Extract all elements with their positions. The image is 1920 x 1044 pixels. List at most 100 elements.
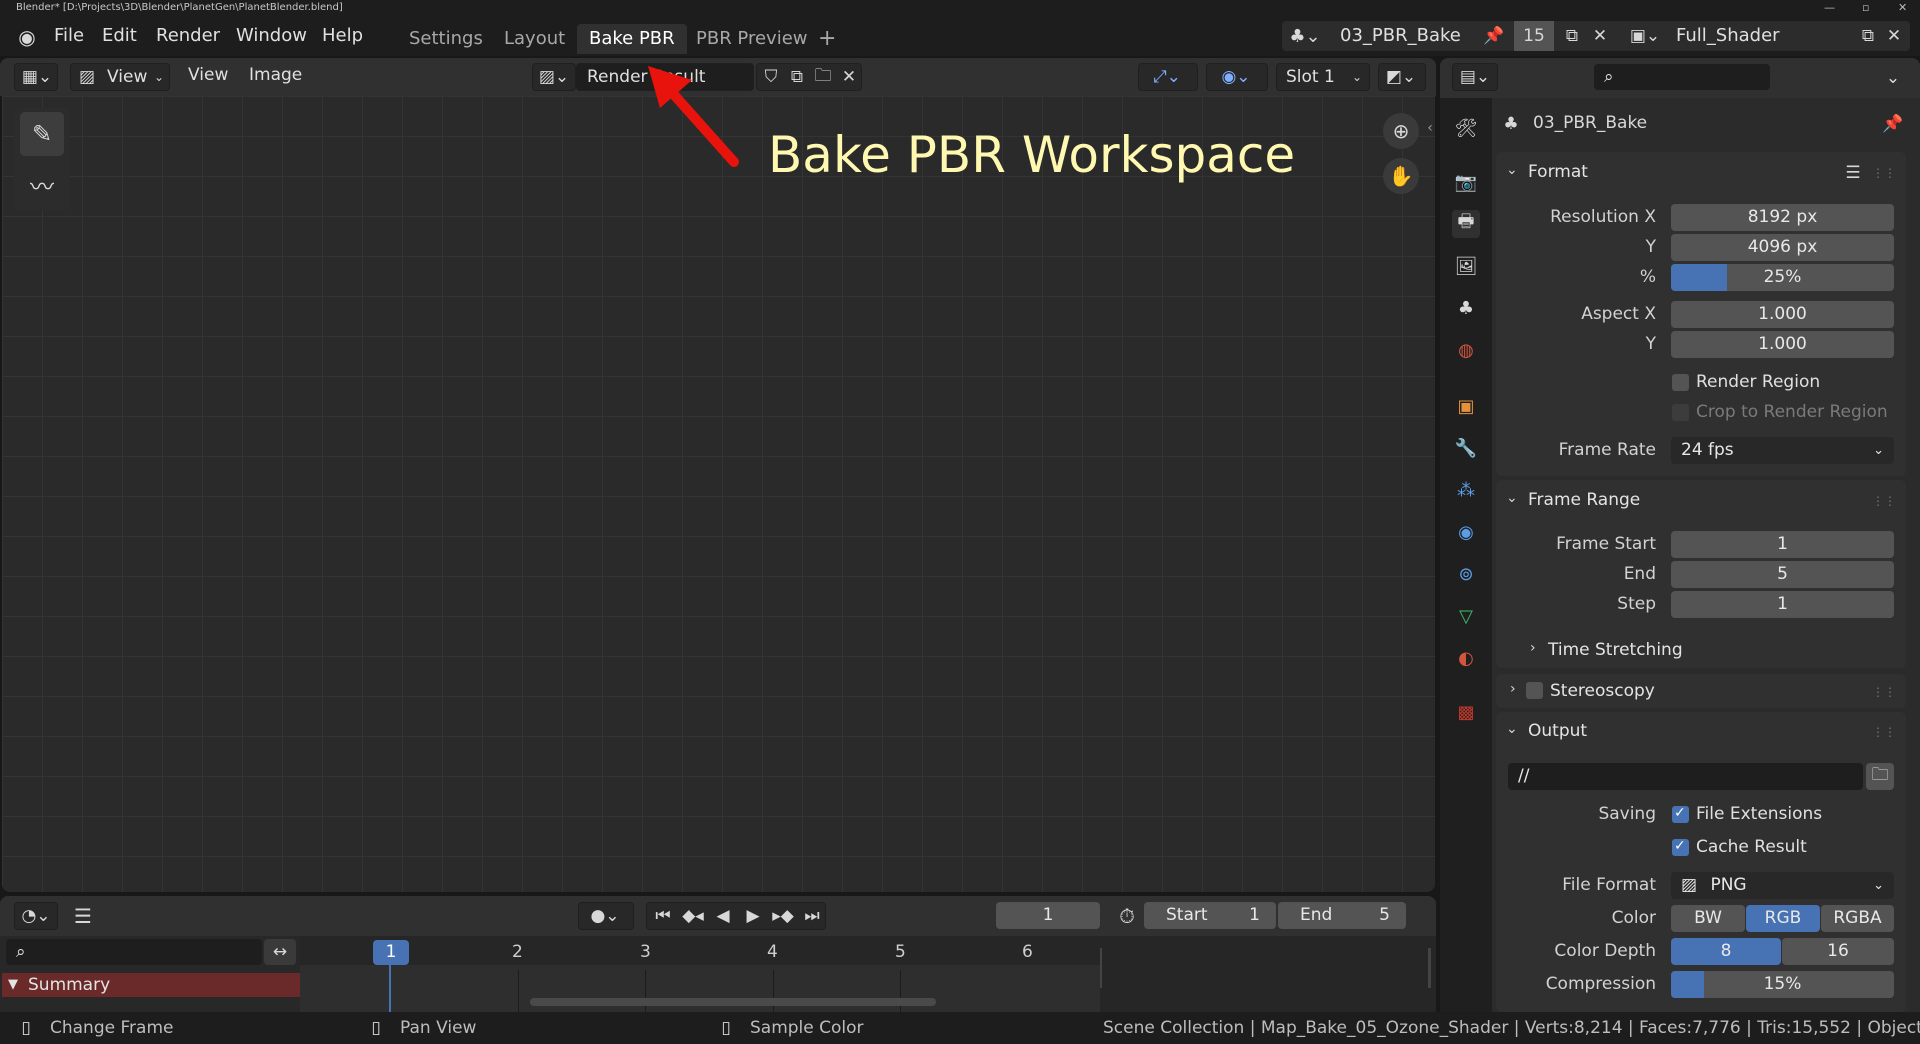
frame-rate-dropdown[interactable]: 24 fps ⌄ — [1671, 437, 1894, 464]
output-tab-icon[interactable]: 🖶 — [1452, 210, 1480, 238]
sample-eyedropper-icon[interactable]: ✎ — [20, 112, 64, 156]
duplicate-scene-icon[interactable]: ⧉ — [1560, 25, 1584, 47]
physics-tab-icon[interactable]: ◉ — [1452, 518, 1480, 546]
file-format-dropdown[interactable]: ▨ PNG ⌄ — [1671, 872, 1894, 899]
delete-scene-icon[interactable]: ✕ — [1588, 25, 1612, 47]
editor-type-button[interactable]: ▦⌄ — [14, 63, 58, 91]
open-image-folder-icon[interactable]: 🗀 — [811, 66, 835, 88]
timeline-vscrollbar[interactable] — [1428, 948, 1431, 988]
end-frame-field[interactable]: End 5 — [1278, 902, 1406, 929]
drag-handle-icon[interactable]: ⋮⋮ — [1872, 490, 1896, 512]
world-tab-icon[interactable]: ◍ — [1452, 336, 1480, 364]
minimize-button[interactable]: — — [1824, 0, 1835, 16]
jump-start-icon[interactable]: ⏮ — [649, 905, 677, 927]
tab-layout[interactable]: Layout — [492, 24, 577, 54]
frame-start-field[interactable]: 1 — [1671, 531, 1894, 558]
scene-tab-icon[interactable]: ♣ — [1452, 294, 1480, 322]
current-frame-field[interactable]: 1 — [996, 902, 1100, 929]
crop-region-checkbox[interactable] — [1672, 404, 1689, 421]
texture-tab-icon[interactable]: ▩ — [1452, 698, 1480, 726]
particles-tab-icon[interactable]: ⁂ — [1452, 476, 1480, 504]
next-keyframe-icon[interactable]: ▸◆ — [769, 905, 797, 927]
start-frame-field[interactable]: Start 1 — [1144, 902, 1276, 929]
tool-tab-icon[interactable]: 🛠 — [1452, 114, 1480, 142]
chevron-down-icon[interactable]: ⌄ — [1506, 490, 1518, 506]
timeline-scrollbar[interactable] — [530, 998, 936, 1006]
scene-icon[interactable]: ♣⌄ — [1289, 25, 1320, 47]
timeline-editor-type[interactable]: ◔⌄ — [14, 902, 58, 930]
delete-view-layer-icon[interactable]: ✕ — [1882, 25, 1906, 47]
menu-file[interactable]: File — [54, 25, 84, 46]
file-extensions-checkbox[interactable] — [1672, 805, 1689, 823]
stereoscopy-panel-title[interactable]: Stereoscopy — [1550, 681, 1655, 701]
stereoscopy-checkbox[interactable] — [1526, 682, 1543, 699]
modifier-wrench-icon[interactable]: 🔧 — [1452, 434, 1480, 462]
close-window-button[interactable]: ✕ — [1898, 0, 1907, 16]
pin-icon[interactable]: 📌 — [1880, 112, 1906, 136]
frame-range-panel-title[interactable]: Frame Range — [1528, 490, 1640, 510]
menu-image[interactable]: Image — [249, 65, 302, 85]
overlay-button[interactable]: ◉⌄ — [1206, 63, 1268, 91]
add-workspace-icon[interactable]: + — [806, 24, 848, 54]
aspect-x-field[interactable]: 1.000 — [1671, 301, 1894, 328]
browse-image-button[interactable]: ▨⌄ — [532, 63, 576, 91]
constraints-tab-icon[interactable]: ⊚ — [1452, 560, 1480, 588]
play-reverse-icon[interactable]: ◀ — [709, 905, 737, 927]
timeline-search-input[interactable]: ⌕ — [6, 939, 262, 965]
properties-search-input[interactable]: ⌕ — [1594, 64, 1770, 90]
annotate-pen-icon[interactable]: 〰 — [20, 162, 64, 206]
compression-slider[interactable]: 15% — [1671, 971, 1894, 998]
stopwatch-icon[interactable]: ⏱ — [1112, 904, 1142, 928]
color-rgba-option[interactable]: RGBA — [1821, 905, 1894, 932]
frame-end-field[interactable]: 5 — [1671, 561, 1894, 588]
data-tab-icon[interactable]: ▽ — [1452, 602, 1480, 630]
chevron-right-icon[interactable]: › — [1510, 681, 1516, 697]
render-region-checkbox[interactable] — [1672, 374, 1689, 391]
tab-pbr-preview[interactable]: PBR Preview — [684, 24, 820, 54]
menu-render[interactable]: Render — [156, 25, 220, 46]
view-mode-dropdown[interactable]: ▨ View ⌄ — [70, 63, 170, 91]
color-depth-8-option[interactable]: 8 — [1671, 938, 1781, 965]
hamburger-menu-icon[interactable]: ☰ — [70, 904, 96, 928]
chevron-down-icon[interactable]: ⌄ — [1506, 721, 1518, 737]
color-rgb-option[interactable]: RGB — [1746, 905, 1820, 932]
view-layer-tab-icon[interactable]: 🖼 — [1452, 252, 1480, 280]
chevron-down-icon[interactable]: ⌄ — [1506, 162, 1518, 178]
zoom-icon[interactable]: ⊕ — [1383, 113, 1419, 149]
unlink-image-icon[interactable]: ✕ — [837, 66, 861, 88]
resolution-y-field[interactable]: 4096 px — [1671, 234, 1894, 261]
chevron-down-icon[interactable]: ⌄ — [1878, 66, 1908, 90]
new-image-icon[interactable]: ⧉ — [785, 66, 809, 88]
play-icon[interactable]: ▶ — [739, 905, 767, 927]
drag-handle-icon[interactable]: ⋮⋮ — [1872, 681, 1896, 703]
cache-result-checkbox[interactable] — [1672, 838, 1689, 856]
menu-help[interactable]: Help — [322, 25, 363, 46]
tab-bake-pbr[interactable]: Bake PBR — [577, 24, 687, 54]
blender-logo-icon[interactable]: ◉ — [14, 24, 40, 50]
tab-settings[interactable]: Settings — [397, 24, 495, 54]
material-tab-icon[interactable]: ◐ — [1452, 644, 1480, 672]
swap-icon[interactable]: ↔ — [264, 939, 296, 965]
fake-user-shield-icon[interactable]: ⛉ — [759, 66, 783, 88]
color-depth-16-option[interactable]: 16 — [1782, 938, 1894, 965]
duplicate-view-layer-icon[interactable]: ⧉ — [1856, 25, 1880, 47]
maximize-button[interactable]: ▫ — [1862, 0, 1869, 16]
slot-dropdown[interactable]: Slot 1 ⌄ — [1276, 63, 1370, 91]
record-button[interactable]: ●⌄ — [578, 902, 634, 930]
drag-handle-icon[interactable]: ⋮⋮ — [1872, 162, 1896, 184]
menu-view[interactable]: View — [188, 65, 228, 85]
render-tab-icon[interactable]: 📷 — [1452, 168, 1480, 196]
format-panel-title[interactable]: Format — [1528, 162, 1588, 182]
sample-tool-button[interactable]: ⤢⌄ — [1138, 63, 1198, 91]
pan-hand-icon[interactable]: ✋ — [1383, 158, 1419, 194]
folder-icon[interactable]: 🗀 — [1866, 763, 1894, 790]
pin-icon[interactable]: 📌 — [1482, 25, 1506, 47]
summary-channel[interactable]: ▼ Summary — [2, 973, 300, 997]
chevron-right-icon[interactable]: › — [1530, 640, 1536, 656]
resolution-x-field[interactable]: 8192 px — [1671, 204, 1894, 231]
image-editor-canvas[interactable] — [2, 96, 1435, 892]
drag-handle-icon[interactable]: ⋮⋮ — [1872, 721, 1896, 743]
sidebar-toggle-icon[interactable]: ‹ — [1424, 118, 1436, 138]
frame-step-field[interactable]: 1 — [1671, 591, 1894, 618]
view-layer-name[interactable]: Full_Shader — [1676, 25, 1780, 46]
